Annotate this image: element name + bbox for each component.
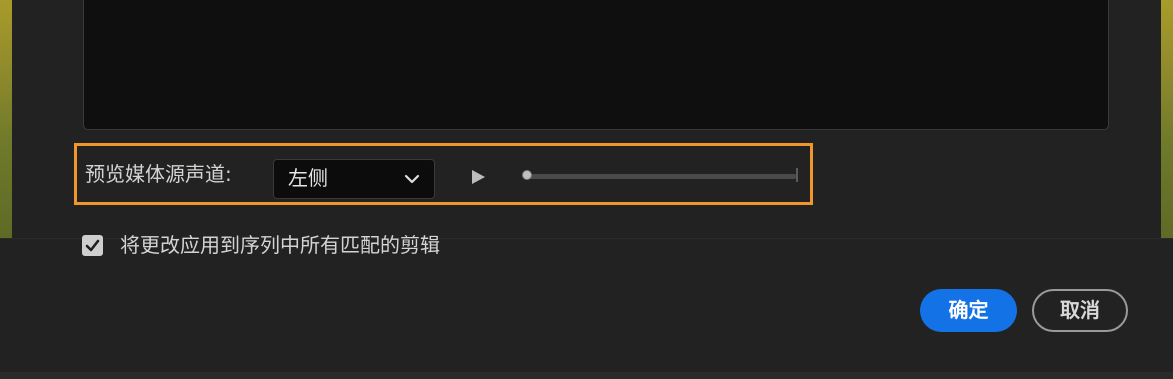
cancel-button[interactable]: 取消 <box>1032 289 1128 332</box>
scrubber-track <box>526 174 796 179</box>
dialog-edge <box>0 372 1173 379</box>
audio-preview-area <box>83 0 1109 130</box>
play-icon[interactable] <box>468 167 488 187</box>
ok-button[interactable]: 确定 <box>920 289 1017 332</box>
chevron-down-icon <box>404 171 420 187</box>
scrubber-end-marker <box>796 168 798 182</box>
checkmark-icon <box>85 239 100 252</box>
background-image-right <box>1159 0 1173 238</box>
apply-to-all-label: 将更改应用到序列中所有匹配的剪辑 <box>120 233 440 257</box>
channel-dropdown[interactable]: 左侧 <box>273 159 435 199</box>
preview-scrubber[interactable] <box>518 166 798 186</box>
channel-dropdown-value: 左侧 <box>288 166 328 190</box>
apply-to-all-checkbox[interactable] <box>82 235 103 256</box>
scrubber-handle[interactable] <box>522 170 532 180</box>
preview-channel-row: 预览媒体源声道: 左侧 <box>74 143 813 205</box>
preview-channel-label: 预览媒体源声道: <box>85 162 232 186</box>
